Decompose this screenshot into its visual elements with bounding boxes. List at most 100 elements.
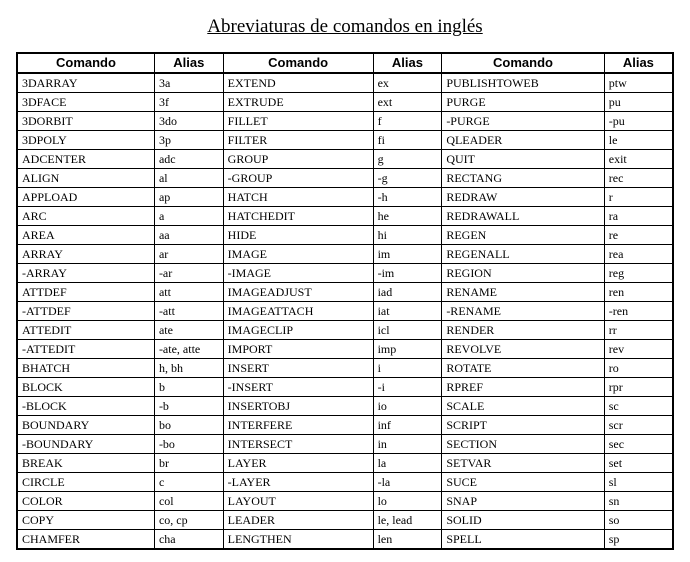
cell-comando: 3DORBIT [17,112,154,131]
cell-alias: ex [373,73,442,93]
cell-comando: IMAGE [223,245,373,264]
cell-comando: SPELL [442,530,604,550]
cell-alias: -la [373,473,442,492]
cell-comando: IMPORT [223,340,373,359]
table-row: ATTDEFattIMAGEADJUSTiadRENAMEren [17,283,673,302]
cell-comando: FILTER [223,131,373,150]
cell-comando: 3DPOLY [17,131,154,150]
cell-comando: -RENAME [442,302,604,321]
table-row: APPLOADapHATCH-hREDRAWr [17,188,673,207]
cell-alias: -i [373,378,442,397]
cell-alias: cha [154,530,223,550]
table-row: COPYco, cpLEADERle, leadSOLIDso [17,511,673,530]
cell-alias: 3p [154,131,223,150]
cell-comando: -BOUNDARY [17,435,154,454]
cell-alias: -ar [154,264,223,283]
cell-comando: IMAGECLIP [223,321,373,340]
cell-comando: BOUNDARY [17,416,154,435]
cell-comando: REGENALL [442,245,604,264]
cell-alias: -h [373,188,442,207]
cell-comando: RPREF [442,378,604,397]
table-row: AREAaaHIDEhiREGENre [17,226,673,245]
table-row: ARRAYarIMAGEimREGENALLrea [17,245,673,264]
cell-alias: so [604,511,673,530]
cell-comando: ADCENTER [17,150,154,169]
cell-alias: sc [604,397,673,416]
cell-comando: REDRAWALL [442,207,604,226]
cell-comando: COPY [17,511,154,530]
cell-comando: REVOLVE [442,340,604,359]
cell-alias: -ate, atte [154,340,223,359]
cell-comando: LENGTHEN [223,530,373,550]
cell-alias: -g [373,169,442,188]
cell-alias: la [373,454,442,473]
cell-alias: hi [373,226,442,245]
cell-comando: ROTATE [442,359,604,378]
cell-alias: -bo [154,435,223,454]
cell-comando: PUBLISHTOWEB [442,73,604,93]
cell-comando: SNAP [442,492,604,511]
cell-comando: INTERSECT [223,435,373,454]
cell-comando: EXTRUDE [223,93,373,112]
cell-comando: RECTANG [442,169,604,188]
cell-comando: ALIGN [17,169,154,188]
cell-alias: ap [154,188,223,207]
cell-comando: LAYER [223,454,373,473]
cell-comando: HATCH [223,188,373,207]
cell-comando: SUCE [442,473,604,492]
cell-comando: CIRCLE [17,473,154,492]
cell-comando: -LAYER [223,473,373,492]
cell-comando: IMAGEATTACH [223,302,373,321]
cell-comando: AREA [17,226,154,245]
cell-alias: exit [604,150,673,169]
table-row: BREAKbrLAYERlaSETVARset [17,454,673,473]
cell-alias: -att [154,302,223,321]
cell-alias: al [154,169,223,188]
cell-comando: -ARRAY [17,264,154,283]
cell-alias: 3a [154,73,223,93]
table-row: 3DARRAY3aEXTENDexPUBLISHTOWEBptw [17,73,673,93]
cell-alias: bo [154,416,223,435]
cell-alias: -pu [604,112,673,131]
table-row: BOUNDARYboINTERFEREinfSCRIPTscr [17,416,673,435]
cell-alias: ra [604,207,673,226]
table-row: -ATTEDIT-ate, atteIMPORTimpREVOLVErev [17,340,673,359]
header-alias-3: Alias [604,53,673,73]
table-row: BLOCKb-INSERT-iRPREFrpr [17,378,673,397]
cell-comando: ATTEDIT [17,321,154,340]
cell-alias: sn [604,492,673,511]
commands-table: Comando Alias Comando Alias Comando Alia… [16,52,674,550]
cell-comando: -PURGE [442,112,604,131]
table-row: COLORcolLAYOUTloSNAPsn [17,492,673,511]
cell-alias: rr [604,321,673,340]
page-title: Abreviaturas de comandos en inglés [16,16,674,38]
header-alias-2: Alias [373,53,442,73]
cell-comando: -IMAGE [223,264,373,283]
cell-alias: set [604,454,673,473]
cell-alias: c [154,473,223,492]
cell-comando: EXTEND [223,73,373,93]
cell-alias: inf [373,416,442,435]
cell-alias: br [154,454,223,473]
cell-comando: -ATTEDIT [17,340,154,359]
cell-alias: len [373,530,442,550]
cell-alias: reg [604,264,673,283]
cell-alias: he [373,207,442,226]
table-row: CIRCLEc-LAYER-laSUCEsl [17,473,673,492]
cell-alias: sec [604,435,673,454]
cell-comando: LEADER [223,511,373,530]
cell-comando: FILLET [223,112,373,131]
cell-comando: ARC [17,207,154,226]
cell-comando: REDRAW [442,188,604,207]
cell-alias: sl [604,473,673,492]
cell-comando: COLOR [17,492,154,511]
cell-comando: INSERTOBJ [223,397,373,416]
cell-alias: io [373,397,442,416]
cell-alias: ptw [604,73,673,93]
cell-alias: lo [373,492,442,511]
table-row: BHATCHh, bhINSERTiROTATEro [17,359,673,378]
table-row: -BOUNDARY-boINTERSECTinSECTIONsec [17,435,673,454]
cell-alias: a [154,207,223,226]
cell-alias: -im [373,264,442,283]
cell-comando: REGEN [442,226,604,245]
